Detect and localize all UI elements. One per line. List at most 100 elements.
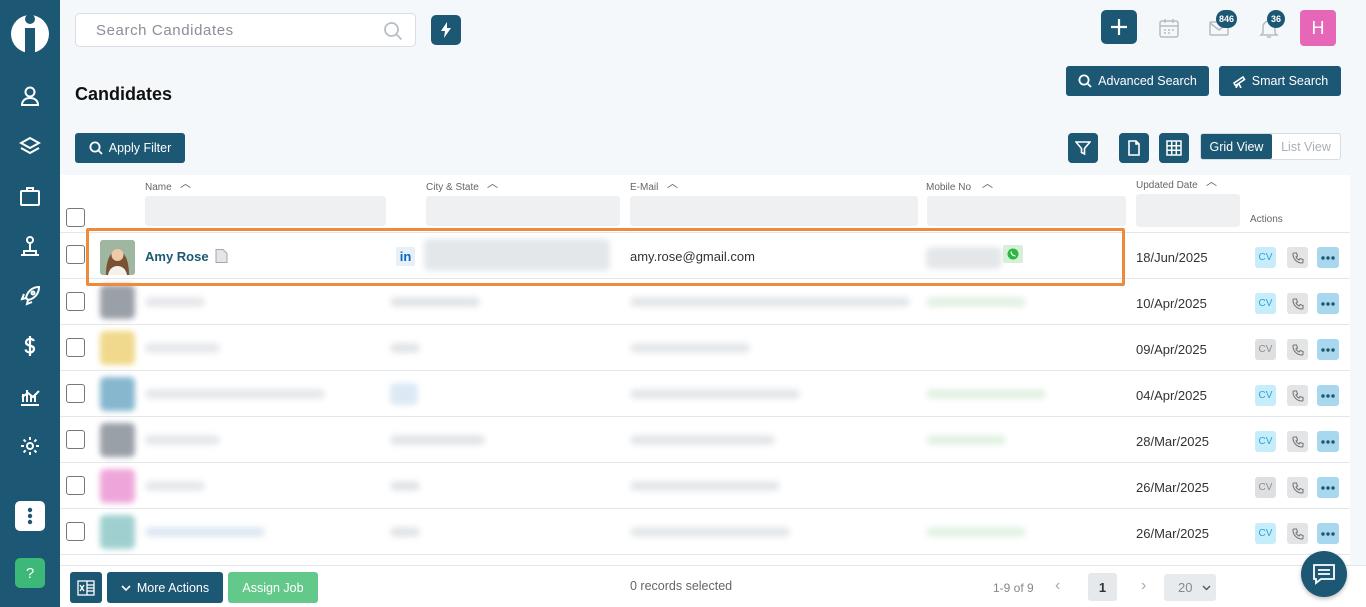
column-header-updated[interactable]: Updated Date: [1136, 180, 1198, 191]
settings-icon[interactable]: [18, 434, 42, 458]
chat-widget-button[interactable]: [1301, 551, 1347, 597]
row-checkbox[interactable]: [66, 384, 85, 403]
records-selected-text: 0 records selected: [630, 579, 733, 593]
calendar-icon[interactable]: [1157, 16, 1181, 40]
filter-button[interactable]: [1068, 133, 1098, 163]
sort-arrow-icon[interactable]: ︿: [982, 175, 993, 191]
phone-icon[interactable]: [1287, 477, 1308, 498]
city-filter-input[interactable]: [426, 196, 620, 226]
redacted-name: [145, 389, 325, 399]
org-chart-icon[interactable]: [18, 234, 42, 258]
grid-columns-button[interactable]: [1159, 133, 1189, 163]
row-checkbox[interactable]: [66, 292, 85, 311]
row-checkbox[interactable]: [66, 430, 85, 449]
table-row[interactable]: 28/Mar/2025 CV: [60, 417, 1350, 463]
user-avatar[interactable]: H: [1300, 10, 1336, 46]
dollar-icon[interactable]: [18, 334, 42, 358]
row-checkbox[interactable]: [66, 245, 85, 264]
row-actions-menu[interactable]: [1317, 385, 1339, 406]
sort-arrow-icon[interactable]: ︿: [667, 175, 678, 191]
redacted-name: [145, 435, 220, 445]
row-actions-menu[interactable]: [1317, 431, 1339, 452]
redacted-location: [390, 435, 485, 445]
quick-action-button[interactable]: [431, 15, 461, 45]
row-actions-menu[interactable]: [1317, 293, 1339, 314]
excel-export-button[interactable]: [70, 572, 102, 603]
add-button[interactable]: [1101, 10, 1137, 44]
view-toggle: Grid View List View: [1200, 133, 1341, 160]
redacted-mobile: [926, 435, 1006, 445]
row-actions-menu[interactable]: [1317, 477, 1339, 498]
column-header-name[interactable]: Name: [145, 182, 172, 193]
candidate-name-link[interactable]: Amy Rose: [145, 249, 209, 264]
rocket-icon[interactable]: [18, 284, 42, 308]
page-size-select[interactable]: 20: [1164, 574, 1216, 601]
next-page-icon[interactable]: ›: [1141, 577, 1146, 595]
funnel-icon: [1075, 141, 1091, 156]
more-menu-icon[interactable]: [15, 501, 45, 531]
advanced-search-label: Advanced Search: [1098, 74, 1197, 88]
select-all-checkbox[interactable]: [66, 208, 85, 227]
row-actions-menu[interactable]: [1317, 247, 1339, 268]
sort-arrow-icon[interactable]: ︿: [487, 175, 498, 191]
row-checkbox[interactable]: [66, 522, 85, 541]
cv-button[interactable]: CV: [1255, 431, 1276, 452]
page-size-value: 20: [1178, 580, 1193, 595]
redacted-email: [630, 389, 800, 399]
assign-job-button[interactable]: Assign Job: [228, 572, 318, 603]
analytics-icon[interactable]: [18, 384, 42, 408]
redacted-location: [390, 481, 420, 491]
column-header-mobile[interactable]: Mobile No: [926, 182, 971, 193]
cv-button[interactable]: CV: [1255, 523, 1276, 544]
app-logo[interactable]: [10, 10, 50, 54]
cv-button[interactable]: CV: [1255, 477, 1276, 498]
sort-arrow-icon[interactable]: ︿: [180, 175, 191, 191]
advanced-search-button[interactable]: Advanced Search: [1066, 66, 1209, 96]
table-row[interactable]: 26/Mar/2025 CV: [60, 509, 1350, 555]
table-row[interactable]: 26/Mar/2025 CV: [60, 463, 1350, 509]
phone-icon[interactable]: [1287, 431, 1308, 452]
phone-icon[interactable]: [1287, 385, 1308, 406]
candidates-icon[interactable]: [18, 84, 42, 108]
redacted-email: [630, 297, 910, 307]
help-button[interactable]: ?: [15, 558, 45, 588]
more-actions-label: More Actions: [136, 580, 210, 595]
document-button[interactable]: [1119, 133, 1149, 163]
row-checkbox[interactable]: [66, 338, 85, 357]
cv-button[interactable]: CV: [1255, 339, 1276, 360]
layers-icon[interactable]: [18, 134, 42, 158]
apply-filter-button[interactable]: Apply Filter: [75, 133, 185, 163]
smart-search-label: Smart Search: [1251, 74, 1329, 88]
email-badge: 846: [1216, 10, 1238, 28]
name-filter-input[interactable]: [145, 196, 386, 226]
cv-button[interactable]: CV: [1255, 385, 1276, 406]
cv-button[interactable]: CV: [1255, 293, 1276, 314]
cv-button[interactable]: CV: [1255, 247, 1276, 268]
table-row[interactable]: 04/Apr/2025 CV: [60, 371, 1350, 417]
phone-icon[interactable]: [1287, 523, 1308, 544]
smart-search-button[interactable]: Smart Search: [1219, 66, 1341, 96]
current-page[interactable]: 1: [1088, 573, 1117, 601]
updated-filter-input[interactable]: [1136, 194, 1240, 227]
grid-view-tab[interactable]: Grid View: [1201, 134, 1272, 159]
more-actions-button[interactable]: More Actions: [107, 572, 223, 603]
phone-icon[interactable]: [1287, 339, 1308, 360]
search-input[interactable]: [96, 22, 376, 39]
updated-date: 28/Mar/2025: [1136, 434, 1209, 449]
phone-icon[interactable]: [1287, 293, 1308, 314]
row-actions-menu[interactable]: [1317, 523, 1339, 544]
sort-arrow-icon[interactable]: ︿: [1206, 173, 1217, 189]
table-row[interactable]: 09/Apr/2025 CV: [60, 325, 1350, 371]
row-actions-menu[interactable]: [1317, 339, 1339, 360]
row-checkbox[interactable]: [66, 476, 85, 495]
email-filter-input[interactable]: [630, 196, 918, 226]
mobile-filter-input[interactable]: [927, 196, 1126, 226]
document-icon: [1128, 140, 1140, 156]
list-view-tab[interactable]: List View: [1272, 134, 1340, 159]
search-icon[interactable]: [383, 21, 403, 46]
column-header-email[interactable]: E-Mail: [630, 182, 658, 193]
briefcase-icon[interactable]: [18, 184, 42, 208]
column-header-city-state[interactable]: City & State: [426, 182, 479, 193]
prev-page-icon[interactable]: ‹: [1055, 577, 1060, 595]
phone-icon[interactable]: [1287, 247, 1308, 268]
